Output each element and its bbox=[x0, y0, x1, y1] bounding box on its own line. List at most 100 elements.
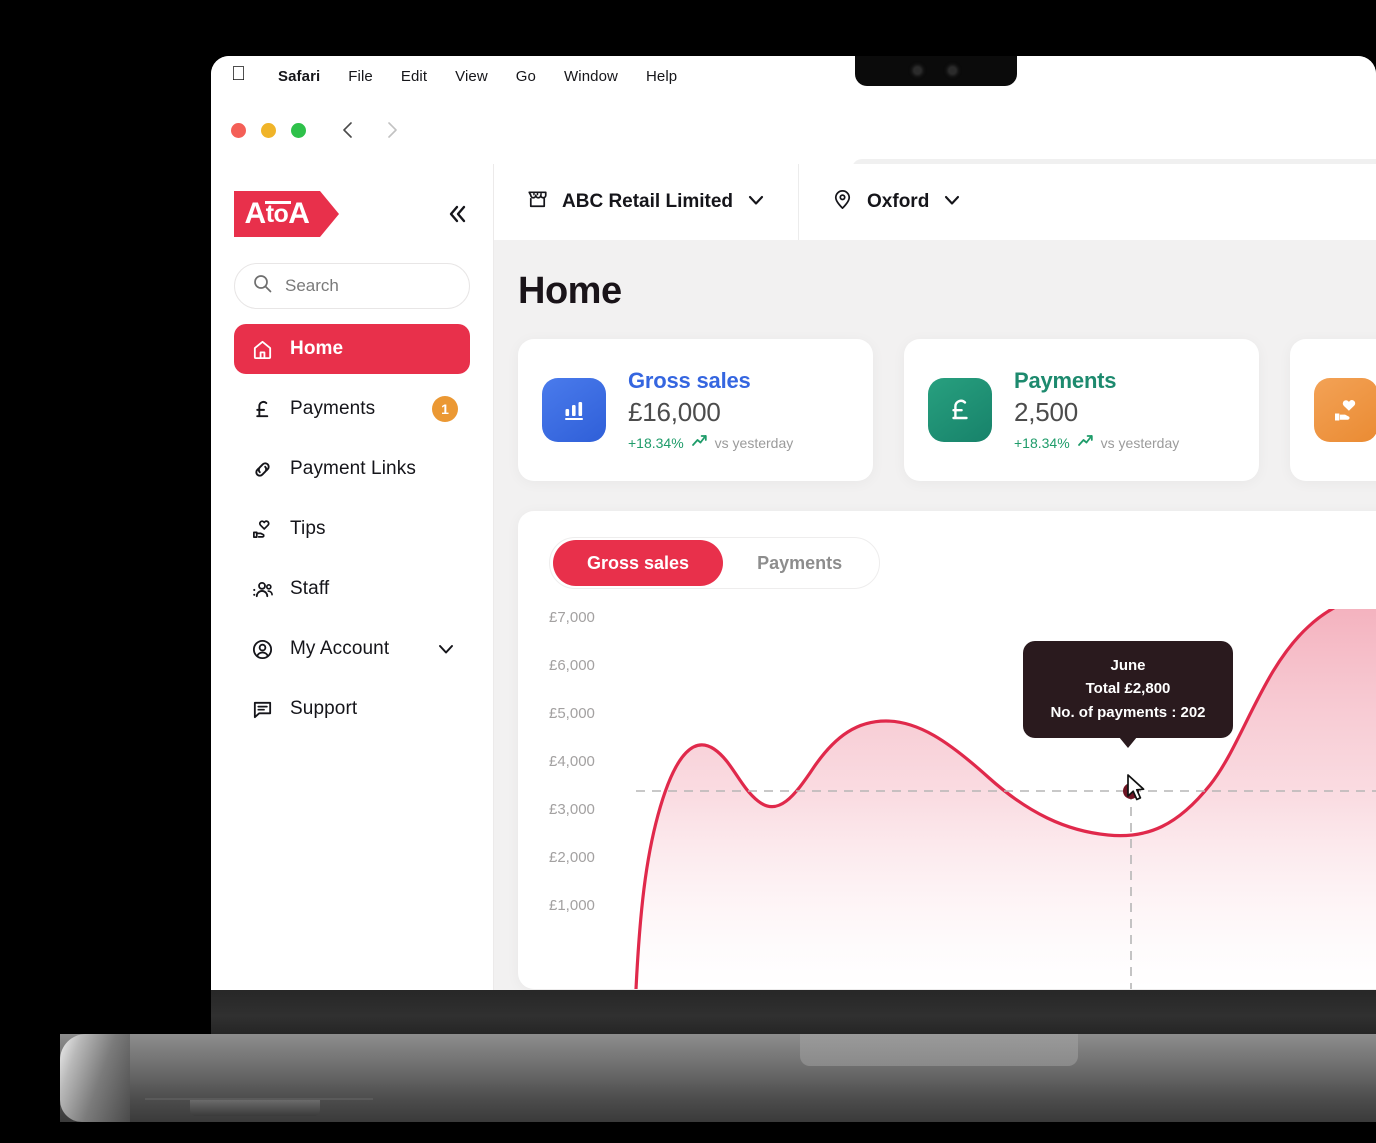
minimize-window-button[interactable] bbox=[261, 122, 276, 138]
sidebar-item-label: Payment Links bbox=[290, 458, 416, 479]
stat-delta-row: +18.34% vs yesterday bbox=[628, 433, 793, 453]
sidebar-item-label: Support bbox=[290, 698, 358, 719]
sidebar: Ato A Search Home Payments 1 Payment Lin… bbox=[211, 164, 494, 990]
laptop-foot bbox=[190, 1100, 320, 1116]
stat-title: Gross sales bbox=[628, 367, 751, 393]
tab-payments[interactable]: Payments bbox=[723, 540, 876, 586]
browser-toolbar bbox=[211, 96, 1376, 164]
stat-delta-row: +18.34% vs yesterday bbox=[1014, 433, 1179, 453]
stat-value: £16,000 bbox=[628, 396, 721, 427]
sidebar-item-tips[interactable]: Tips bbox=[234, 504, 470, 554]
stat-card-gross-sales[interactable]: Gross sales £16,000 +18.34% vs yesterday bbox=[518, 339, 873, 481]
logo-letter-mid: to bbox=[264, 199, 291, 228]
chevron-down-icon[interactable] bbox=[436, 639, 456, 659]
menu-item-view[interactable]: View bbox=[441, 68, 502, 85]
close-window-button[interactable] bbox=[231, 122, 246, 138]
stat-value: 2,500 bbox=[1014, 396, 1079, 427]
context-topbar: ABC Retail Limited Oxford bbox=[494, 164, 1376, 240]
tab-gross-sales[interactable]: Gross sales bbox=[553, 540, 724, 586]
sidebar-item-staff[interactable]: Staff bbox=[234, 564, 470, 614]
menu-item-file[interactable]: File bbox=[334, 68, 387, 85]
chart-area: £7,000 £6,000 £5,000 £4,000 £3,000 £2,00… bbox=[518, 609, 1376, 989]
search-input[interactable] bbox=[285, 276, 455, 296]
atoa-logo[interactable]: Ato A bbox=[234, 191, 339, 237]
sensor-icon bbox=[949, 67, 956, 74]
tooltip-total: Total £2,800 bbox=[1085, 680, 1171, 698]
trend-up-icon bbox=[1077, 433, 1094, 453]
laptop-bottom-bezel bbox=[211, 990, 1376, 1038]
chat-icon bbox=[250, 697, 274, 721]
web-app: Ato A Search Home Payments 1 Payment Lin… bbox=[211, 164, 1376, 990]
merchant-label: ABC Retail Limited bbox=[562, 191, 734, 212]
chevron-down-icon[interactable] bbox=[942, 190, 962, 215]
location-selector[interactable]: Oxford bbox=[798, 164, 994, 240]
stat-title: Payments bbox=[1014, 367, 1117, 393]
stat-delta: +18.34% bbox=[1014, 434, 1070, 451]
main-content: ABC Retail Limited Oxford Home Gross sal… bbox=[494, 164, 1376, 990]
menu-item-help[interactable]: Help bbox=[632, 68, 691, 85]
logo-letter-2: A bbox=[288, 197, 310, 230]
search-box[interactable] bbox=[234, 263, 470, 309]
page-body: Home Gross sales £16,000 +18.34% vs yest… bbox=[494, 240, 1376, 990]
mouse-pointer-icon bbox=[1126, 774, 1150, 809]
sidebar-item-label: Payments bbox=[290, 398, 376, 419]
window-controls bbox=[231, 122, 306, 138]
tooltip-arrow bbox=[1119, 736, 1137, 748]
menu-item-go[interactable]: Go bbox=[502, 68, 550, 85]
laptop-base-left-edge bbox=[60, 1034, 130, 1122]
people-icon bbox=[250, 577, 274, 601]
area-chart-plot[interactable] bbox=[518, 609, 1376, 989]
tooltip-payments: No. of payments : 202 bbox=[1050, 703, 1206, 721]
bar-chart-icon bbox=[542, 378, 606, 442]
stat-delta: +18.34% bbox=[628, 434, 684, 451]
stat-comparison: vs yesterday bbox=[1100, 434, 1180, 451]
home-icon bbox=[250, 337, 274, 361]
menu-item-safari[interactable]: Safari bbox=[264, 68, 334, 85]
sidebar-item-label: Staff bbox=[290, 578, 330, 599]
sidebar-item-label: Home bbox=[290, 338, 344, 359]
link-icon bbox=[250, 457, 274, 481]
sidebar-item-support[interactable]: Support bbox=[234, 684, 470, 734]
camera-icon bbox=[914, 67, 921, 74]
stat-card-tips[interactable] bbox=[1290, 339, 1376, 481]
chevron-down-icon[interactable] bbox=[746, 190, 766, 215]
stat-comparison: vs yesterday bbox=[714, 434, 794, 451]
merchant-selector[interactable]: ABC Retail Limited bbox=[494, 164, 798, 240]
logo-letter-1: A bbox=[244, 197, 267, 230]
status-badge: 1 bbox=[432, 396, 458, 422]
menu-item-window[interactable]: Window bbox=[550, 68, 632, 85]
chevron-right-icon[interactable] bbox=[382, 120, 402, 140]
stat-card-row: Gross sales £16,000 +18.34% vs yesterday bbox=[518, 339, 1376, 481]
double-chevron-left-icon[interactable] bbox=[444, 201, 470, 227]
map-pin-icon bbox=[831, 188, 854, 216]
sidebar-header: Ato A bbox=[234, 191, 470, 237]
sidebar-item-home[interactable]: Home bbox=[234, 324, 470, 374]
sidebar-item-label: My Account bbox=[290, 638, 390, 659]
chart-tab-group: Gross sales Payments bbox=[549, 537, 881, 589]
chart-tooltip: June Total £2,800 No. of payments : 202 bbox=[1023, 641, 1233, 748]
browser-nav-buttons bbox=[338, 120, 402, 140]
trend-up-icon bbox=[691, 433, 708, 453]
pound-icon bbox=[928, 378, 992, 442]
hand-heart-icon bbox=[250, 517, 274, 541]
maximize-window-button[interactable] bbox=[291, 122, 306, 138]
page-title: Home bbox=[518, 270, 622, 312]
chevron-left-icon[interactable] bbox=[338, 120, 358, 140]
sidebar-item-my-account[interactable]: My Account bbox=[234, 624, 470, 674]
stat-card-payments[interactable]: Payments 2,500 +18.34% vs yesterday bbox=[904, 339, 1259, 481]
store-icon bbox=[526, 188, 549, 216]
sidebar-item-payment-links[interactable]: Payment Links bbox=[234, 444, 470, 494]
laptop-lid-grip bbox=[800, 1034, 1078, 1066]
sidebar-item-payments[interactable]: Payments 1 bbox=[234, 384, 470, 434]
apple-logo-icon[interactable]:  bbox=[231, 64, 246, 84]
search-icon bbox=[253, 274, 272, 298]
pound-icon bbox=[250, 397, 274, 421]
hand-heart-icon bbox=[1314, 378, 1376, 442]
sidebar-item-label: Tips bbox=[290, 518, 326, 539]
laptop-camera-notch bbox=[855, 56, 1017, 86]
area-fill bbox=[636, 609, 1376, 989]
menu-item-edit[interactable]: Edit bbox=[387, 68, 441, 85]
screenshot-stage:  Safari File Edit View Go Window Help bbox=[0, 0, 1376, 1143]
chart-card: Gross sales Payments £7,000 £6,000 £5,00… bbox=[518, 511, 1376, 989]
user-circle-icon bbox=[250, 637, 274, 661]
